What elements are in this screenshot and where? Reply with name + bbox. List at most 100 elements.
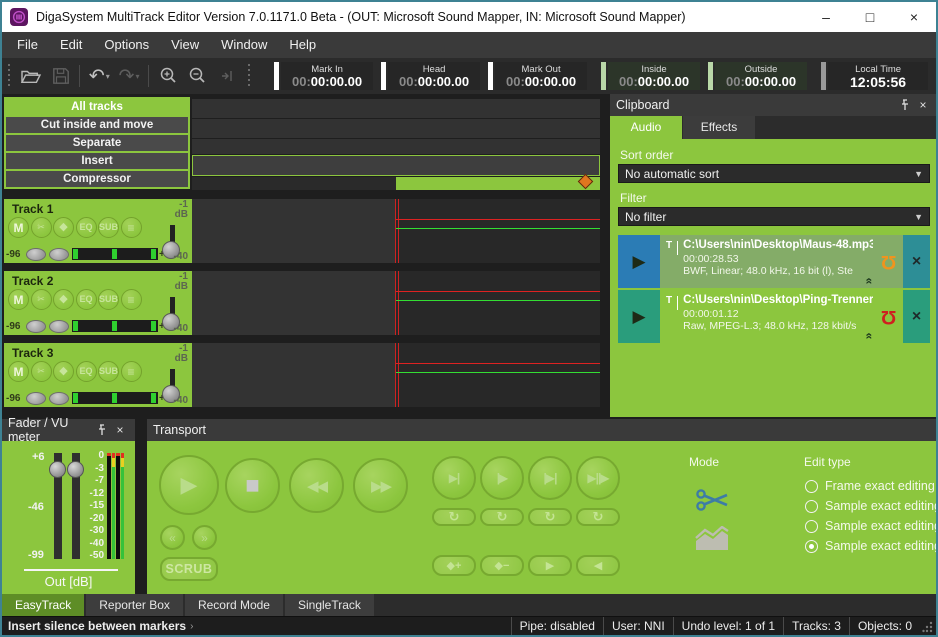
- sort-order-select[interactable]: No automatic sort▼: [618, 164, 930, 183]
- listen-cell[interactable]: Ω: [875, 235, 903, 288]
- maximize-button[interactable]: □: [848, 2, 892, 32]
- radio-frame-exact[interactable]: Frame exact editing: [805, 479, 935, 493]
- scissors-mode-icon[interactable]: [695, 486, 731, 519]
- pan-right-button[interactable]: [49, 392, 69, 405]
- track-menu-button[interactable]: ≡: [121, 361, 142, 382]
- out-fader-knob-left[interactable]: [49, 461, 66, 478]
- timeline-row-selection[interactable]: [192, 177, 600, 190]
- nudge-left-button[interactable]: «: [160, 525, 185, 550]
- cut-button[interactable]: ✂: [31, 289, 52, 310]
- fast-forward-button[interactable]: ▶▶: [353, 458, 408, 513]
- action-insert[interactable]: Insert: [6, 153, 188, 169]
- play-between-marks-button[interactable]: |▶|: [528, 456, 572, 500]
- remove-marker-button[interactable]: ◆−: [480, 555, 524, 576]
- clipboard-entry[interactable]: ▶ T C:\Users\nin\Desktop\Ping-Trenner.M …: [618, 290, 930, 343]
- play-entry-button[interactable]: ▶: [618, 290, 660, 343]
- tab-audio[interactable]: Audio: [610, 116, 682, 139]
- scrub-button[interactable]: SCRUB: [160, 557, 218, 581]
- timeline-row[interactable]: [192, 99, 600, 118]
- track-timeline-1[interactable]: [192, 199, 600, 263]
- time-display-inside[interactable]: Inside00:00:00.00: [601, 62, 700, 90]
- tab-reporter-box[interactable]: Reporter Box: [86, 594, 183, 616]
- solo-button[interactable]: ◆: [53, 217, 74, 238]
- loop-button[interactable]: ↻: [432, 508, 476, 526]
- pan-left-button[interactable]: [26, 248, 46, 261]
- zoom-in-icon[interactable]: [153, 62, 183, 90]
- timeline-row-insert[interactable]: [192, 155, 600, 176]
- stop-button[interactable]: ■: [225, 458, 280, 513]
- collapse-chevron-icon[interactable]: «: [865, 333, 875, 340]
- play-entry-button[interactable]: ▶: [618, 235, 660, 288]
- envelope-mode-icon[interactable]: [693, 526, 731, 557]
- track-menu-button[interactable]: ≡: [121, 289, 142, 310]
- toolbar-grip[interactable]: [247, 64, 251, 88]
- step-forward-button[interactable]: ▶: [528, 555, 572, 576]
- tab-effects[interactable]: Effects: [683, 116, 755, 139]
- loop-button[interactable]: ↻: [576, 508, 620, 526]
- action-separate[interactable]: Separate: [6, 135, 188, 151]
- time-display-mark-in[interactable]: Mark In00:00:00.00: [274, 62, 373, 90]
- radio-sample-exact-2[interactable]: Sample exact editing us: [805, 519, 938, 533]
- eq-button[interactable]: EQ: [76, 289, 97, 310]
- eq-button[interactable]: EQ: [76, 361, 97, 382]
- entry-info[interactable]: T C:\Users\nin\Desktop\Ping-Trenner.M 00…: [660, 290, 875, 343]
- tab-easytrack[interactable]: EasyTrack: [2, 594, 84, 616]
- listen-cell[interactable]: Ω: [875, 290, 903, 343]
- pan-left-button[interactable]: [26, 320, 46, 333]
- play-from-mark-button[interactable]: |▶: [480, 456, 524, 500]
- menu-item-file[interactable]: File: [6, 32, 49, 58]
- mute-button[interactable]: M: [8, 361, 29, 382]
- cut-button[interactable]: ✂: [31, 217, 52, 238]
- solo-button[interactable]: ◆: [53, 289, 74, 310]
- pan-right-button[interactable]: [49, 248, 69, 261]
- toolbar-grip[interactable]: [7, 64, 11, 88]
- clipboard-entry[interactable]: ▶ T C:\Users\nin\Desktop\Maus-48.mp3.w 0…: [618, 235, 930, 288]
- eq-button[interactable]: EQ: [76, 217, 97, 238]
- loop-button[interactable]: ↻: [528, 508, 572, 526]
- close-panel-icon[interactable]: ×: [914, 97, 932, 113]
- zoom-out-icon[interactable]: [183, 62, 213, 90]
- filter-select[interactable]: No filter▼: [618, 207, 930, 226]
- timeline-row[interactable]: [192, 139, 600, 154]
- cut-button[interactable]: ✂: [31, 361, 52, 382]
- solo-button[interactable]: ◆: [53, 361, 74, 382]
- track-menu-button[interactable]: ≡: [121, 217, 142, 238]
- minimize-button[interactable]: –: [804, 2, 848, 32]
- tab-singletrack[interactable]: SingleTrack: [285, 594, 374, 616]
- edit-timeline[interactable]: [192, 97, 600, 190]
- sub-button[interactable]: SUB: [98, 361, 119, 382]
- step-back-button[interactable]: ◀: [576, 555, 620, 576]
- action-cut-inside-and-move[interactable]: Cut inside and move: [6, 117, 188, 133]
- play-button[interactable]: ▶: [159, 455, 219, 515]
- menu-item-help[interactable]: Help: [278, 32, 327, 58]
- loop-button[interactable]: ↻: [480, 508, 524, 526]
- menu-item-view[interactable]: View: [160, 32, 210, 58]
- collapse-chevron-icon[interactable]: «: [865, 278, 875, 285]
- sub-button[interactable]: SUB: [98, 217, 119, 238]
- pin-icon[interactable]: [896, 97, 914, 113]
- rewind-button[interactable]: ◀◀: [289, 458, 344, 513]
- play-over-mark-button[interactable]: ▶||▶: [576, 456, 620, 500]
- radio-sample-exact-1[interactable]: Sample exact editing at: [805, 499, 938, 513]
- pan-left-button[interactable]: [26, 392, 46, 405]
- menu-item-window[interactable]: Window: [210, 32, 278, 58]
- timeline-row[interactable]: [192, 119, 600, 138]
- radio-sample-exact-3[interactable]: Sample exact editing us: [805, 539, 938, 553]
- action-all-tracks[interactable]: All tracks: [6, 99, 188, 115]
- close-button[interactable]: ×: [892, 2, 936, 32]
- undo-icon[interactable]: ↶▾: [84, 62, 114, 90]
- time-display-mark-out[interactable]: Mark Out00:00:00.00: [488, 62, 587, 90]
- menu-item-edit[interactable]: Edit: [49, 32, 93, 58]
- mute-button[interactable]: M: [8, 217, 29, 238]
- track-timeline-3[interactable]: [192, 343, 600, 407]
- mute-button[interactable]: M: [8, 289, 29, 310]
- add-marker-button[interactable]: ◆+: [432, 555, 476, 576]
- pin-icon[interactable]: [93, 422, 111, 438]
- nudge-right-button[interactable]: »: [192, 525, 217, 550]
- remove-entry-button[interactable]: ×: [903, 235, 930, 288]
- open-file-icon[interactable]: [16, 62, 46, 90]
- action-compressor[interactable]: Compressor: [6, 171, 188, 187]
- close-panel-icon[interactable]: ×: [111, 422, 129, 438]
- resize-grip[interactable]: [922, 619, 934, 633]
- time-display-outside[interactable]: Outside00:00:00.00: [708, 62, 807, 90]
